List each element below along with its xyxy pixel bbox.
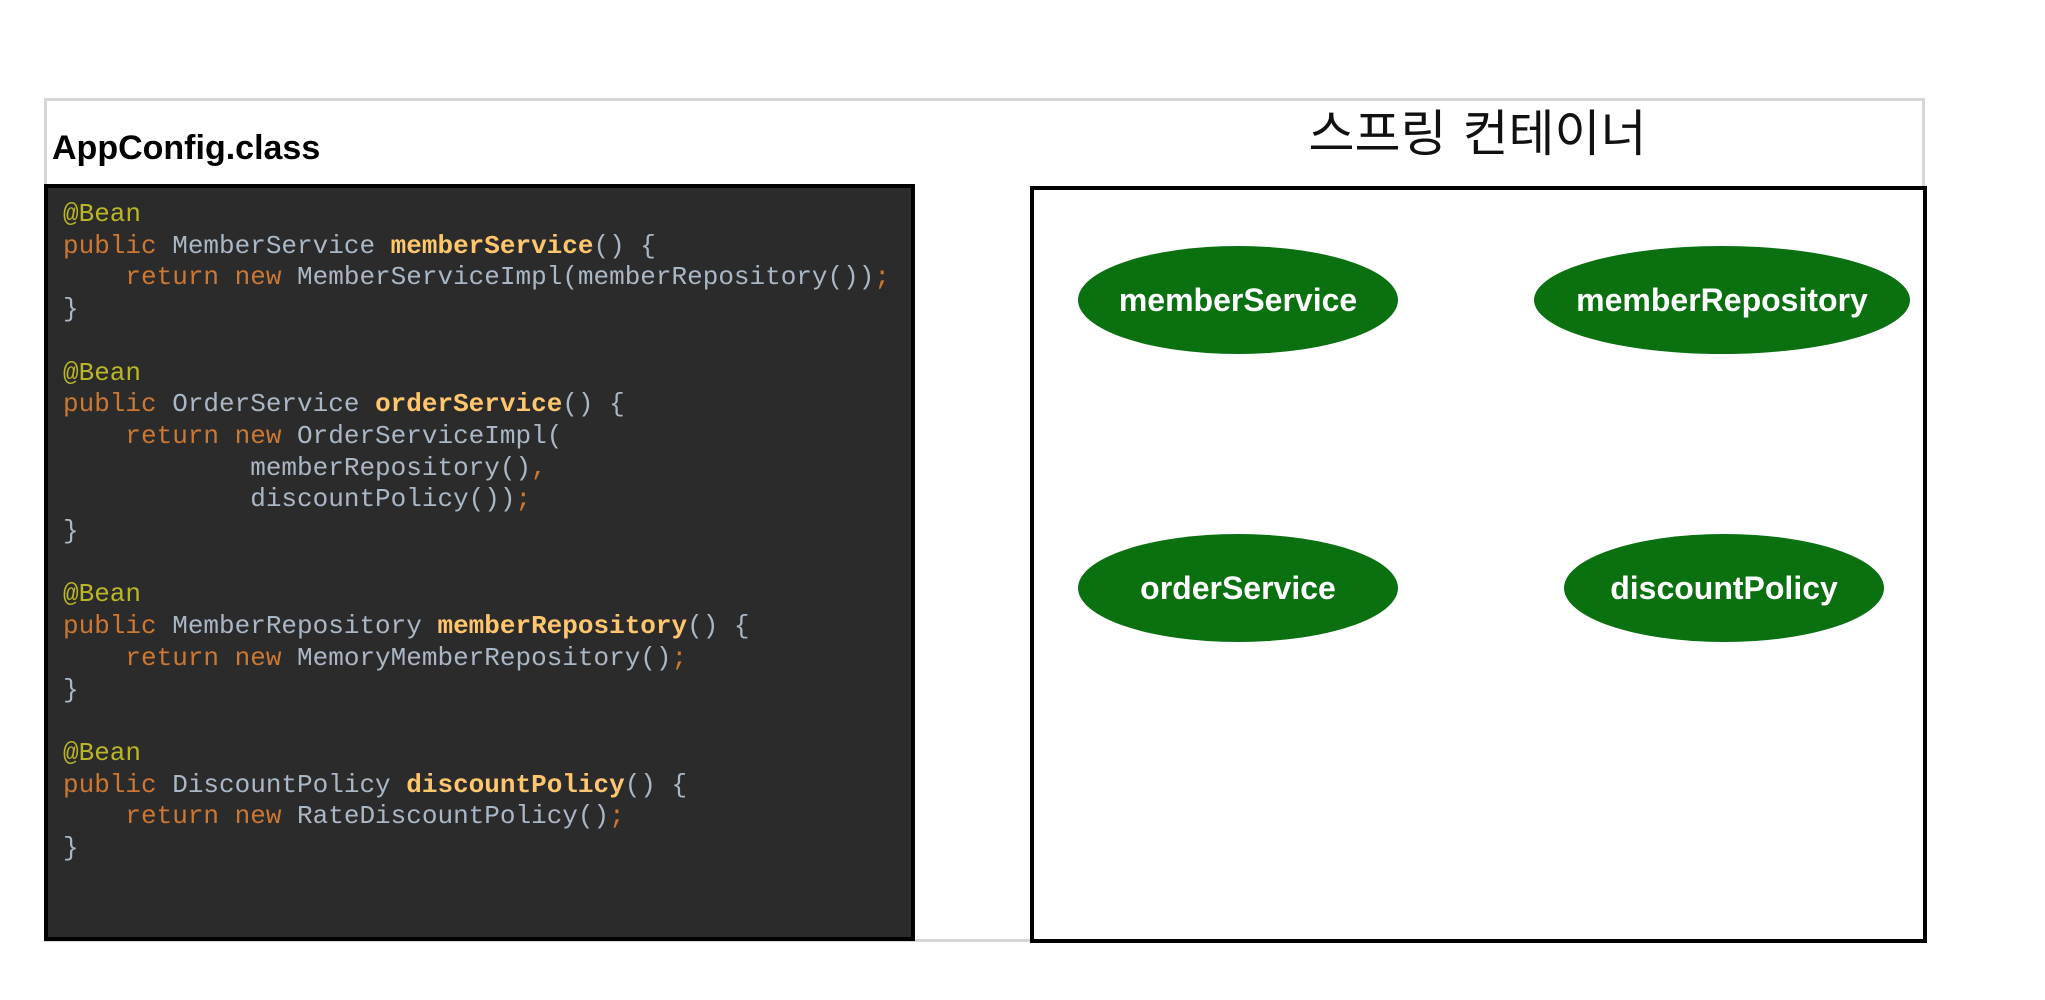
code-token: ;: [515, 484, 532, 515]
code-token: MemoryMemberRepository(): [297, 642, 672, 673]
code-token: OrderServiceImpl(: [297, 420, 563, 451]
code-token: () {: [687, 611, 750, 642]
code-token: () {: [562, 389, 625, 420]
code-line: return new MemoryMemberRepository();: [63, 642, 687, 674]
code-line: @Bean: [63, 357, 141, 389]
code-token: DiscountPolicy: [172, 769, 407, 800]
code-token: return new: [63, 420, 298, 451]
code-token: }: [63, 833, 79, 863]
code-line: }: [63, 515, 79, 547]
code-token: MemberRepository: [172, 611, 438, 642]
code-token: ;: [609, 801, 625, 832]
code-line: return new RateDiscountPolicy();: [63, 800, 625, 832]
code-token: }: [63, 516, 79, 546]
code-line: public MemberRepository memberRepository…: [63, 610, 750, 642]
code-token: }: [63, 674, 79, 705]
code-token: orderService: [375, 389, 563, 420]
code-line: memberRepository(),: [63, 452, 547, 484]
code-token: public: [63, 769, 173, 800]
code-token: ;: [874, 262, 890, 293]
bean-discount-policy: discountPolicy: [1564, 534, 1884, 642]
code-token: ,: [531, 452, 547, 483]
code-line: }: [63, 293, 79, 325]
code-line: }: [63, 674, 79, 706]
code-token: memberRepository: [437, 611, 688, 642]
code-token: }: [63, 294, 79, 325]
code-line: return new OrderServiceImpl(: [63, 420, 562, 452]
code-token: public: [63, 611, 173, 642]
config-class-title: AppConfig.class: [52, 129, 321, 167]
code-line: @Bean: [63, 198, 141, 230]
bean-member-repository: memberRepository: [1534, 246, 1910, 354]
code-token: @Bean: [63, 737, 142, 768]
spring-container-box: memberService memberRepository orderServ…: [1030, 186, 1927, 943]
code-token: return new: [63, 801, 298, 832]
code-line: public OrderService orderService() {: [63, 388, 625, 420]
code-line: discountPolicy());: [63, 483, 531, 515]
code-line: @Bean: [63, 578, 141, 610]
code-token: public: [63, 230, 173, 261]
code-token: public: [63, 389, 173, 420]
bean-member-service: memberService: [1078, 246, 1398, 354]
container-title: 스프링 컨테이너: [1308, 105, 1647, 163]
code-token: return new: [63, 642, 298, 673]
code-token: @Bean: [63, 357, 142, 388]
code-token: memberRepository(): [63, 452, 532, 483]
code-line: return new MemberServiceImpl(memberRepos…: [63, 261, 890, 293]
code-token: @Bean: [63, 579, 142, 610]
bean-order-service: orderService: [1078, 534, 1398, 642]
code-line: }: [63, 832, 79, 864]
code-token: memberService: [390, 230, 594, 261]
code-token: () {: [624, 769, 688, 800]
code-token: return new: [63, 262, 298, 293]
code-token: OrderService: [172, 389, 376, 420]
code-token: MemberServiceImpl(memberRepository()): [297, 262, 875, 293]
code-token: discountPolicy()): [63, 484, 516, 515]
code-line: @Bean: [63, 737, 141, 769]
code-token: @Bean: [63, 199, 142, 229]
code-token: RateDiscountPolicy(): [297, 801, 610, 832]
code-token: ;: [671, 642, 688, 673]
code-panel: @Bean public MemberService memberService(…: [44, 184, 915, 941]
code-token: () {: [593, 230, 656, 261]
code-token: MemberService: [172, 230, 391, 261]
code-line: public MemberService memberService() {: [63, 230, 656, 262]
code-token: discountPolicy: [406, 769, 625, 800]
code-line: public DiscountPolicy discountPolicy() {: [63, 769, 687, 801]
